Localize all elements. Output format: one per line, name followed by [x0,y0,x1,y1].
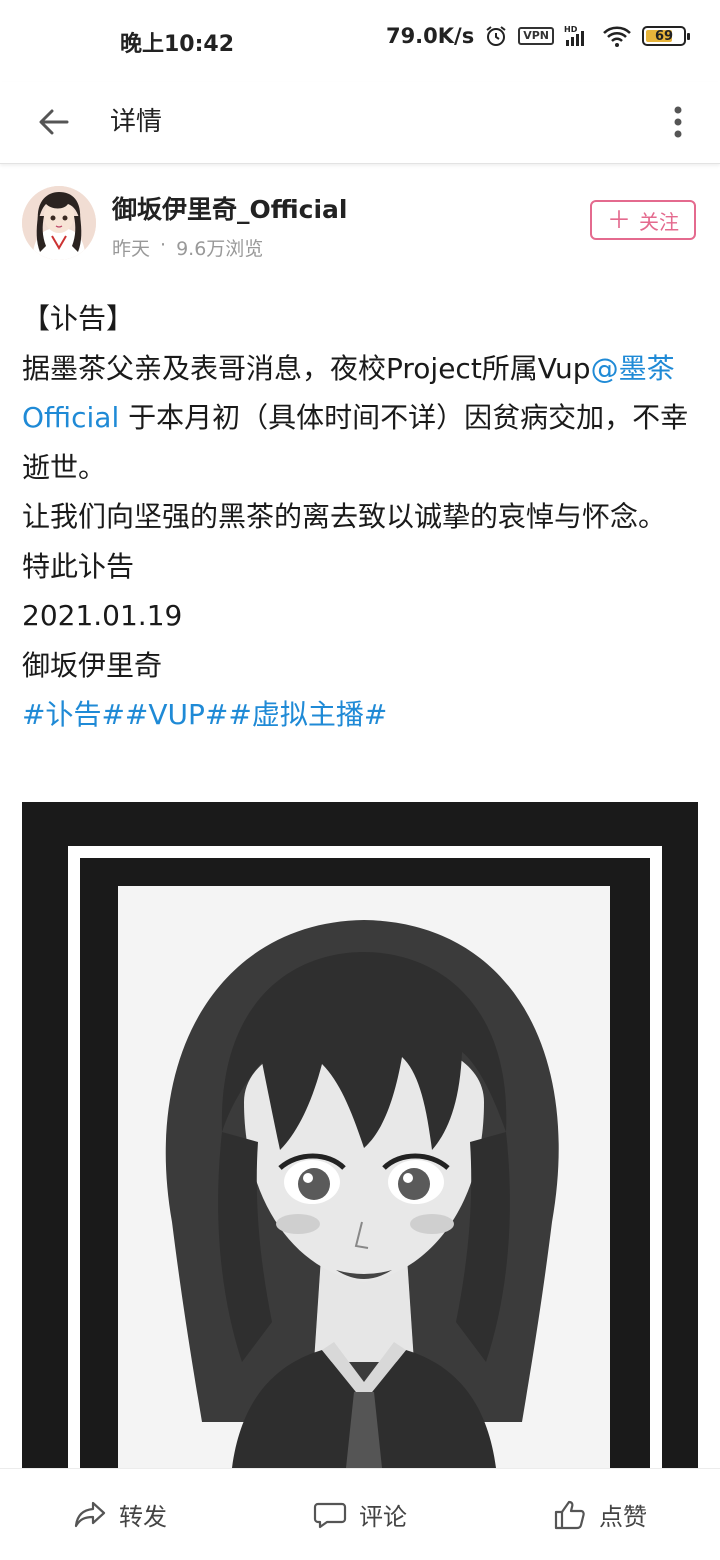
post-body: 【讣告】 据墨茶父亲及表哥消息，夜校Project所属Vup@墨茶Officia… [22,294,702,740]
net-speed: 79.0K/s [385,24,475,48]
app-header: 详情 [0,82,720,164]
post-paragraph: 据墨茶父亲及表哥消息，夜校Project所属Vup@墨茶Official 于本月… [22,344,702,493]
svg-text:HD: HD [564,25,578,34]
share-label: 转发 [119,1503,167,1531]
back-button[interactable] [28,96,80,148]
action-bar: 转发 评论 点赞 [0,1468,720,1560]
battery-icon: 69 [642,26,690,46]
more-vertical-icon [674,106,682,138]
like-label: 点赞 [599,1503,647,1531]
post-line-heading: 【讣告】 [22,302,135,335]
post-time: 昨天 [112,238,151,260]
status-bar: 晚上10:42 79.0K/s VPN HD 69 [0,0,720,82]
wifi-icon [602,24,632,48]
post-line-mourning: 让我们向坚强的黑茶的离去致以诚挚的哀悼与怀念。 [22,500,667,533]
thumbs-up-icon [554,1500,585,1529]
more-button[interactable] [658,96,698,148]
comment-label: 评论 [359,1503,407,1531]
view-count: 9.6万浏览 [176,238,264,260]
page-title: 详情 [110,107,163,137]
author-name[interactable]: 御坂伊里奇_Official [112,190,347,226]
status-icons: 79.0K/s VPN HD 69 [385,24,690,48]
post-line-notice: 特此讣告 [22,549,135,583]
post-line-text: 据墨茶父亲及表哥消息，夜校Project所属Vup [22,351,591,385]
share-arrow-icon [74,1501,106,1527]
meta-separator: · [160,234,167,256]
post-line-text-cont: 于本月初（具体时间不详）因贫病交加，不幸逝世。 [22,401,689,484]
alarm-icon [484,24,508,48]
post-line-signature: 御坂伊里奇 [22,648,163,682]
follow-button[interactable]: ＋ 关注 [590,200,696,240]
status-time: 晚上10:42 [120,32,235,57]
author-row: 御坂伊里奇_Official 昨天 · 9.6万浏览 ＋ 关注 [0,180,720,270]
plus-icon: ＋ [607,206,631,234]
battery-level: 69 [654,28,674,44]
hashtag-links[interactable]: #讣告##VUP##虚拟主播# [22,690,702,740]
like-button[interactable]: 点赞 [480,1469,720,1560]
avatar[interactable] [22,186,96,260]
post-image[interactable] [22,802,698,1468]
signal-icon: HD [564,24,592,48]
post-meta: 昨天 · 9.6万浏览 [112,234,263,261]
post-line-date: 2021.01.19 [22,599,183,632]
vpn-icon: VPN [518,27,554,45]
comment-button[interactable]: 评论 [240,1469,480,1560]
arrow-left-icon [39,109,69,135]
comment-bubble-icon [313,1502,347,1528]
follow-label: 关注 [639,209,679,234]
share-button[interactable]: 转发 [0,1469,240,1560]
